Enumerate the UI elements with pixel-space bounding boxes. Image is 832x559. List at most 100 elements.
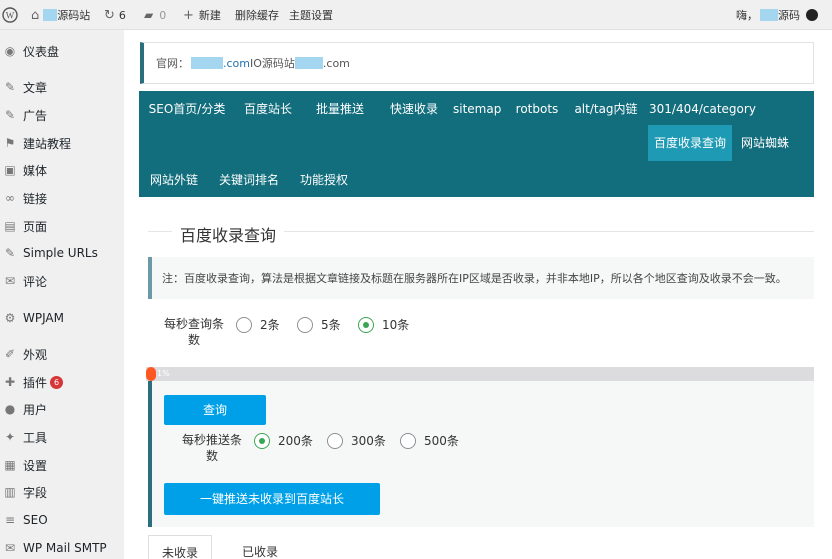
theme-settings-link[interactable]: 主题设置: [289, 0, 333, 30]
settings-icon: ▦: [4, 458, 16, 472]
avatar: [806, 9, 818, 21]
push-unindexed-button[interactable]: 一键推送未收录到百度站长: [164, 483, 380, 515]
sidebar-item-label: WP Mail SMTP: [23, 541, 107, 555]
plugin-update-badge: 6: [50, 375, 63, 389]
admin-sidebar: ◉ 仪表盘 ✎ 文章 ✎ 广告 ⚑ 建站教程 ▣ 媒体 ∞ 链接 ▤ 页面 ✎ Simple URLs ✉ 评论 ⚙…: [0, 30, 124, 559]
radio-circle[interactable]: [358, 316, 374, 333]
push-rate-option[interactable]: 300条: [327, 432, 386, 449]
radio-circle[interactable]: [297, 316, 313, 333]
clear-cache-link[interactable]: 删除缓存: [235, 0, 279, 30]
nav-tab[interactable]: 网站外链: [145, 162, 203, 198]
official-prefix: 官网：: [156, 57, 189, 70]
sidebar-item[interactable]: ▦ 设置: [0, 453, 124, 477]
nav-tab[interactable]: SEO首页/分类: [145, 91, 229, 127]
radio-circle[interactable]: [236, 316, 252, 333]
new-label: 新建: [198, 9, 221, 22]
sidebar-item[interactable]: ⚑ 建站教程: [0, 131, 124, 155]
sidebar-item-label: WPJAM: [23, 311, 64, 325]
sidebar-item[interactable]: ∞ 链接: [0, 186, 124, 210]
comment-icon: ▰: [144, 8, 154, 22]
sidebar-item-label: 设置: [23, 458, 48, 473]
my-account-link[interactable]: 嗨， 源码: [736, 0, 818, 30]
comments-link[interactable]: ▰ 0: [144, 0, 166, 30]
nav-tab[interactable]: 关键词排名: [215, 162, 283, 198]
push-rate-option[interactable]: 500条: [400, 432, 459, 449]
sidebar-item[interactable]: ✎ 文章: [0, 75, 124, 99]
query-rate-option[interactable]: 2条: [236, 316, 280, 333]
sidebar-item[interactable]: ▥ 字段: [0, 480, 124, 504]
seo-icon: ≡: [4, 513, 16, 527]
updates-link[interactable]: ↻ 6: [104, 0, 126, 30]
progress-bar: 1%: [146, 367, 814, 381]
notice-text: 注：百度收录查询，算法是根据文章链接及标题在服务器所在IP区域是否收录，并非本地…: [162, 272, 787, 285]
sidebar-item[interactable]: ≡ SEO: [0, 508, 124, 532]
sidebar-item[interactable]: ✎ Simple URLs: [0, 241, 124, 265]
progress-fill: [146, 367, 156, 381]
sidebar-item-label: 链接: [23, 191, 48, 206]
sidebar-item-label: Simple URLs: [23, 246, 98, 260]
sidebar-item[interactable]: ⚙ WPJAM: [0, 306, 124, 330]
radio-circle[interactable]: [327, 432, 343, 449]
push-rate-option-label: 500条: [424, 434, 459, 448]
sidebar-item-label: SEO: [23, 513, 48, 527]
query-rate-option[interactable]: 5条: [297, 316, 341, 333]
push-rate-option-label: 300条: [351, 434, 386, 448]
greeting: 嗨，: [736, 9, 758, 22]
pin-icon: ✎: [4, 80, 16, 94]
sidebar-item[interactable]: ▤ 页面: [0, 214, 124, 238]
new-content-link[interactable]: + 新建: [183, 0, 221, 30]
domain2-redacted: [294, 57, 323, 69]
radio-circle[interactable]: [400, 432, 416, 449]
home-icon: ⌂: [31, 7, 40, 23]
nav-tab[interactable]: sitemap: [453, 91, 501, 127]
sidebar-item-label: 文章: [23, 80, 48, 95]
push-rate-label: 每秒推送条数: [181, 433, 242, 463]
sidebar-item[interactable]: ▣ 媒体: [0, 158, 124, 182]
sidebar-item[interactable]: ✚ 插件 6: [0, 370, 124, 394]
sidebar-item-label: 评论: [23, 274, 48, 289]
nav-tab[interactable]: 快速收录: [383, 91, 445, 127]
sidebar-item[interactable]: ✎ 广告: [0, 103, 124, 127]
sidebar-item[interactable]: ✐ 外观: [0, 342, 124, 366]
nav-tab[interactable]: rotbots: [513, 91, 561, 127]
nav-tab[interactable]: alt/tag内链: [573, 91, 639, 127]
sidebar-item-label: 建站教程: [23, 136, 72, 151]
query-notice: 注：百度收录查询，算法是根据文章链接及标题在服务器所在IP区域是否收录，并非本地…: [148, 257, 814, 299]
site-name-link[interactable]: ⌂ 源码站: [31, 0, 90, 30]
media-icon: ▣: [4, 163, 16, 177]
sidebar-item-label: 页面: [23, 219, 48, 234]
flag-icon: ⚑: [4, 136, 16, 150]
sidebar-item[interactable]: ✦ 工具: [0, 425, 124, 449]
site-name: 源码站: [57, 9, 91, 22]
nav-tab[interactable]: 百度收录查询: [648, 125, 732, 161]
radio-circle[interactable]: [254, 432, 270, 449]
official-domain-link[interactable]: .com: [223, 57, 250, 70]
sidebar-item-label: 插件: [23, 375, 48, 390]
pin-icon: ✎: [4, 108, 16, 122]
nav-tab[interactable]: 功能授权: [295, 162, 353, 198]
nav-tab[interactable]: 网站蜘蛛: [739, 125, 791, 161]
appearance-icon: ✐: [4, 347, 16, 361]
wordpress-logo-icon[interactable]: W: [2, 0, 18, 30]
result-tab[interactable]: 未收录: [148, 535, 212, 559]
nav-tab[interactable]: 批量推送: [309, 91, 371, 127]
query-rate-label: 每秒查询条数: [163, 317, 224, 347]
query-rate-option[interactable]: 10条: [358, 316, 409, 333]
sidebar-item[interactable]: ✉ WP Mail SMTP: [0, 536, 124, 559]
sidebar-item[interactable]: ● 用户: [0, 397, 124, 421]
mail-icon: ✉: [4, 541, 16, 555]
sidebar-item-label: 工具: [23, 430, 48, 445]
push-rate-option[interactable]: 200条: [254, 432, 313, 449]
query-rate-option-label: 2条: [260, 318, 280, 332]
sidebar-item[interactable]: ◉ 仪表盘: [0, 39, 124, 63]
nav-tab[interactable]: 百度站长: [239, 91, 297, 127]
comment-icon: ✉: [4, 274, 16, 288]
plugin-icon: ✚: [4, 375, 16, 389]
nav-tab[interactable]: 301/404/category: [649, 91, 756, 127]
push-rate-option-label: 200条: [278, 434, 313, 448]
seo-tab-nav: SEO首页/分类 百度站长 批量推送 快速收录 sitemap rotbots alt/ta…: [139, 91, 814, 197]
official-site-notice: 官网： .com IO源码站 .com: [140, 42, 814, 84]
query-button[interactable]: 查询: [164, 395, 266, 425]
sidebar-item[interactable]: ✉ 评论: [0, 269, 124, 293]
result-tab[interactable]: 已收录: [228, 535, 292, 559]
